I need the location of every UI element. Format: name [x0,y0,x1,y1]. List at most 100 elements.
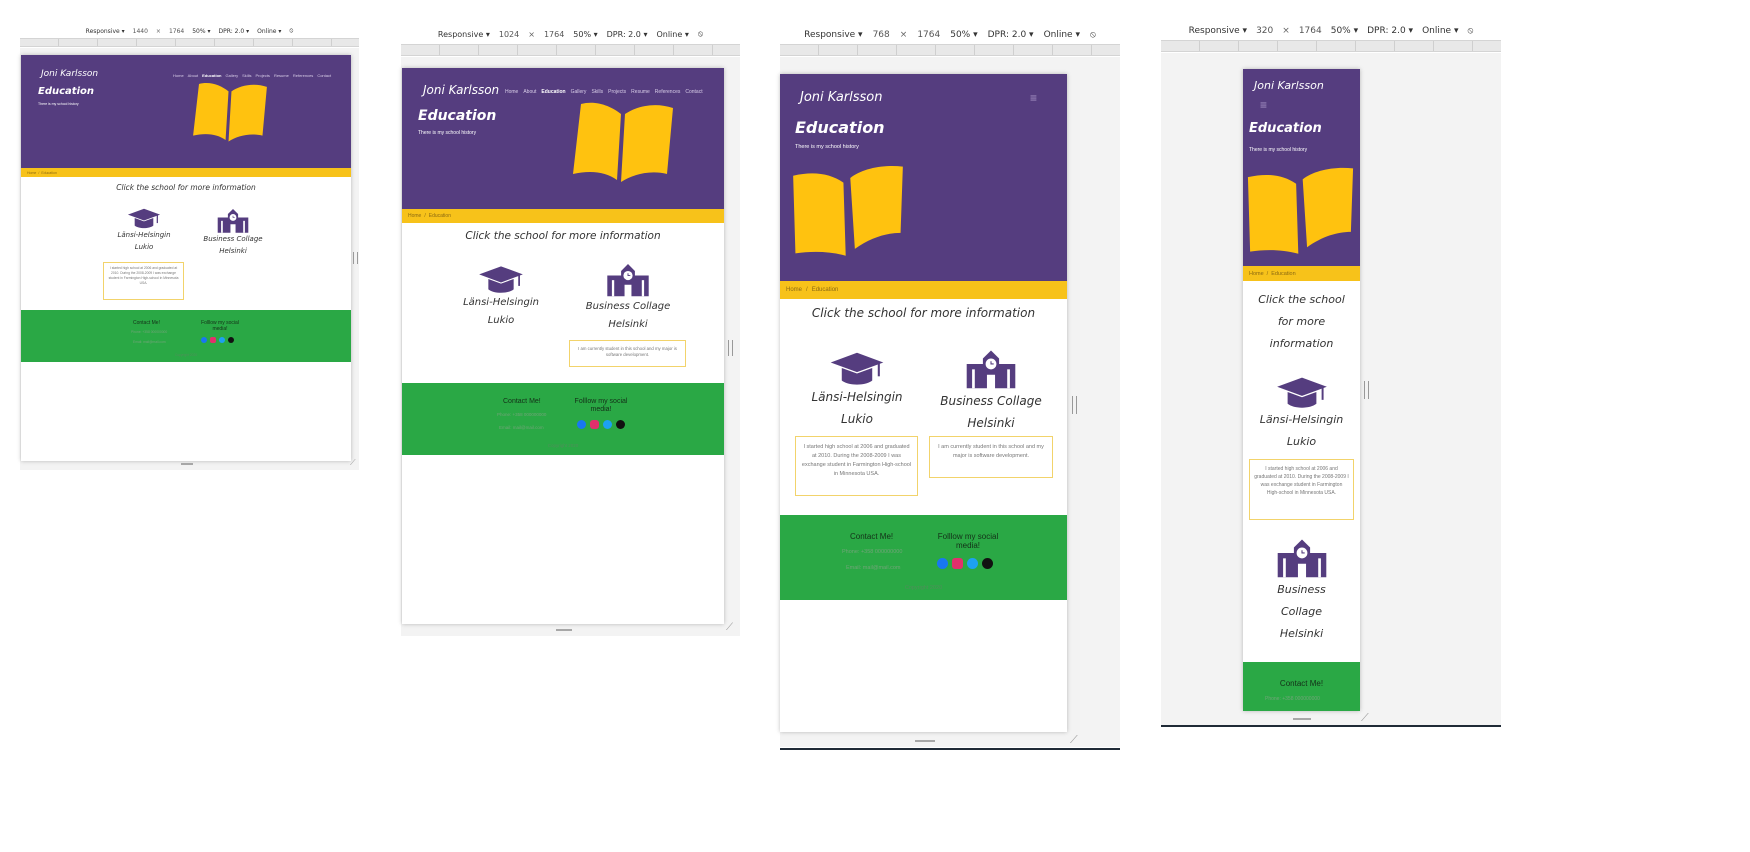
contact-phone[interactable]: Phone: +358 000000000 [1265,696,1320,702]
breadcrumb-home[interactable]: Home [1249,271,1264,277]
resize-corner[interactable]: ⟋ [1070,734,1078,747]
nav-home[interactable]: Home [505,89,518,95]
resize-corner[interactable]: ⟋ [726,622,733,633]
resize-handle-bottom[interactable] [1293,718,1311,720]
zoom-select[interactable]: 50% ▾ [950,30,977,40]
facebook-icon[interactable] [937,558,948,569]
contact-phone[interactable]: Phone: +358 000000000 [131,330,167,334]
github-icon[interactable] [616,420,625,429]
site-brand[interactable]: Joni Karlsson [41,69,98,79]
facebook-icon[interactable] [577,420,586,429]
school-card-business-collage[interactable]: Business Collage Helsinki [1243,535,1360,645]
instagram-icon[interactable] [210,337,216,343]
nav-contact[interactable]: Contact [317,73,331,78]
nav-about[interactable]: About [523,89,536,95]
nav-contact[interactable]: Contact [685,89,702,95]
resize-handle-right[interactable] [353,252,358,264]
dpr-select[interactable]: DPR: 2.0 ▾ [219,28,250,35]
twitter-icon[interactable] [967,558,978,569]
school-card-lansi-helsingin[interactable]: Länsi-Helsingin Lukio [109,207,179,253]
rotate-icon[interactable]: ⦸ [1467,26,1473,36]
height-input[interactable]: 1764 [917,30,940,40]
rotate-icon[interactable]: ⦸ [698,29,703,39]
school-card-business-collage[interactable]: Business Collage Helsinki [929,346,1053,434]
resize-handle-bottom[interactable] [181,463,193,465]
dpr-select[interactable]: DPR: 2.0 ▾ [607,30,648,39]
nav-references[interactable]: References [293,73,313,78]
github-icon[interactable] [982,558,993,569]
width-input[interactable]: 768 [873,30,890,40]
resize-handle-bottom[interactable] [556,629,572,631]
twitter-icon[interactable] [603,420,612,429]
contact-phone[interactable]: Phone: +358 000000000 [497,412,546,417]
breadcrumb-home[interactable]: Home [786,287,802,293]
nav-education[interactable]: Education [541,89,565,95]
breadcrumb-home[interactable]: Home [27,171,36,175]
resize-corner[interactable]: ⟋ [350,458,356,468]
school-info-box: I started high school at 2006 and gradua… [795,436,918,496]
nav-education[interactable]: Education [202,73,221,78]
network-select[interactable]: Online ▾ [656,30,688,39]
school-card-lansi-helsingin[interactable]: Länsi-Helsingin Lukio [450,264,552,330]
school-card-lansi-helsingin[interactable]: Länsi-Helsingin Lukio [798,350,916,430]
nav-gallery[interactable]: Gallery [225,73,238,78]
dpr-select[interactable]: DPR: 2.0 ▾ [988,30,1034,40]
height-input[interactable]: 1764 [169,28,184,35]
nav-projects[interactable]: Projects [608,89,626,95]
resize-handle-bottom[interactable] [915,740,935,742]
height-input[interactable]: 1764 [1299,26,1322,36]
contact-email[interactable]: Email: mail@mail.com [133,340,166,344]
rotate-icon[interactable]: ⦸ [289,27,293,35]
width-input[interactable]: 1440 [133,28,148,35]
nav-skills[interactable]: Skills [591,89,603,95]
school-building-icon [607,264,649,297]
nav-references[interactable]: References [655,89,681,95]
school-name-line3: Helsinki [1279,627,1324,640]
width-input[interactable]: 320 [1256,26,1273,36]
hamburger-menu-icon[interactable]: ≡ [1030,91,1037,105]
site-brand[interactable]: Joni Karlsson [1254,79,1324,92]
nav-skills[interactable]: Skills [242,73,251,78]
zoom-select[interactable]: 50% ▾ [1331,26,1358,36]
contact-email[interactable]: Email: mail@mail.com [846,565,900,571]
device-select[interactable]: Responsive ▾ [86,28,125,35]
twitter-icon[interactable] [219,337,225,343]
nav-resume[interactable]: Resume [274,73,289,78]
instagram-icon[interactable] [952,558,963,569]
resize-corner[interactable]: ⟋ [1361,712,1369,725]
instagram-icon[interactable] [590,420,599,429]
nav-about[interactable]: About [188,73,198,78]
github-icon[interactable] [228,337,234,343]
school-card-business-collage[interactable]: Business Collage Helsinki [193,207,273,257]
network-select[interactable]: Online ▾ [257,28,281,35]
school-card-lansi-helsingin[interactable]: Länsi-Helsingin Lukio [1243,375,1360,453]
contact-phone[interactable]: Phone: +358 000000000 [842,549,902,555]
zoom-select[interactable]: 50% ▾ [192,28,210,35]
nav-home[interactable]: Home [173,73,184,78]
rotate-icon[interactable]: ⦸ [1090,30,1096,40]
breadcrumb-home[interactable]: Home [408,213,421,219]
nav-gallery[interactable]: Gallery [571,89,587,95]
resize-handle-right[interactable] [728,340,733,356]
nav-resume[interactable]: Resume [631,89,650,95]
network-select[interactable]: Online ▾ [1422,26,1458,36]
dpr-select[interactable]: DPR: 2.0 ▾ [1367,26,1413,36]
school-card-business-collage[interactable]: Business Collage Helsinki [570,260,686,334]
network-select[interactable]: Online ▾ [1044,30,1080,40]
school-building-icon [1277,539,1326,578]
site-brand[interactable]: Joni Karlsson [800,90,883,105]
resize-handle-right[interactable] [1364,381,1369,399]
device-select[interactable]: Responsive ▾ [1189,26,1247,36]
hamburger-menu-icon[interactable]: ≡ [1260,98,1267,112]
device-select[interactable]: Responsive ▾ [438,30,490,39]
breadcrumb: Home / Education [21,168,351,177]
zoom-select[interactable]: 50% ▾ [573,30,597,39]
device-select[interactable]: Responsive ▾ [804,30,862,40]
facebook-icon[interactable] [201,337,207,343]
width-input[interactable]: 1024 [499,30,519,39]
height-input[interactable]: 1764 [544,30,564,39]
resize-handle-right[interactable] [1072,396,1077,414]
contact-email[interactable]: Email: mail@mail.com [499,425,544,430]
site-brand[interactable]: Joni Karlsson [423,83,499,97]
nav-projects[interactable]: Projects [255,73,269,78]
